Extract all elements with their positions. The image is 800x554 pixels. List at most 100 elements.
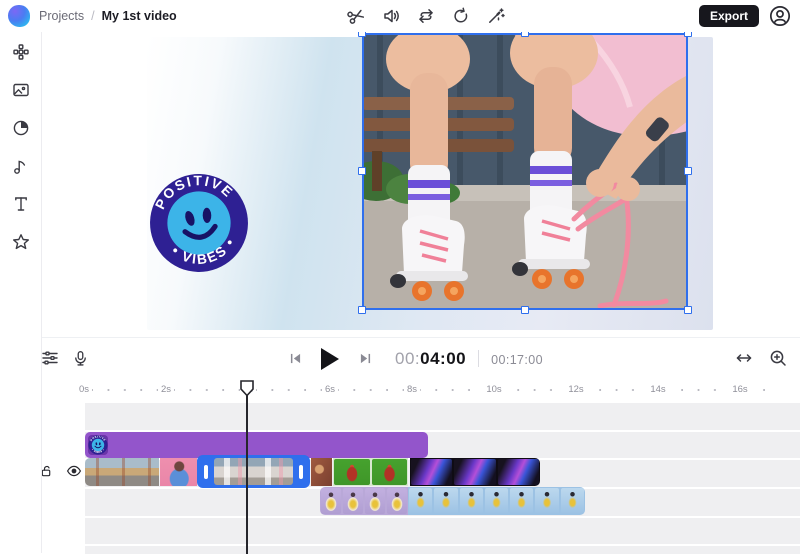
rotate-button[interactable] [449, 4, 473, 28]
music-note-icon [13, 160, 25, 174]
resize-handle-bottom-right[interactable] [684, 306, 692, 314]
current-time-hours: 00: [395, 348, 421, 368]
resize-handle-bottom-left[interactable] [358, 306, 366, 314]
transport-controls: 00: 04:00 00:17:00 [283, 338, 543, 379]
positive-vibes-sticker[interactable] [140, 164, 258, 282]
canvas-area [42, 29, 800, 337]
ruler-label-14s: 14s [647, 384, 669, 395]
resize-handle-bottom-center[interactable] [521, 306, 529, 314]
skip-back-icon [290, 353, 300, 364]
transition-circle-icon [13, 120, 28, 136]
clip-frame [560, 488, 584, 514]
clip-frame [334, 459, 370, 485]
sidebar-item-music[interactable] [6, 155, 36, 177]
swap-arrows-icon [419, 9, 433, 23]
content-sidebar [0, 32, 42, 553]
video-clip-pink[interactable] [160, 458, 197, 486]
account-avatar-button[interactable] [768, 4, 792, 28]
account-avatar-icon [769, 5, 791, 27]
sticker-clip-thumbnail [88, 435, 108, 455]
clip-frame [459, 488, 483, 514]
sidebar-item-your-media[interactable] [6, 41, 36, 63]
resize-handle-middle-right[interactable] [684, 167, 692, 175]
sidebar-item-text[interactable] [6, 193, 36, 215]
video-clip-neon[interactable] [410, 458, 540, 486]
trim-handle-right[interactable] [299, 464, 303, 479]
clip-frame [411, 459, 453, 485]
eye-icon [66, 465, 82, 477]
playhead-handle[interactable] [240, 380, 254, 397]
ruler-label-0s: 0s [75, 384, 93, 395]
breadcrumb-separator: / [91, 9, 95, 23]
clip-frame [365, 488, 385, 514]
star-icon [12, 234, 29, 250]
clip-frame [409, 488, 433, 514]
selected-clip-thumbnail [214, 458, 293, 485]
total-duration: 00:17:00 [491, 352, 543, 367]
ruler-label-10s: 10s [483, 384, 505, 395]
track-options-icon [42, 351, 58, 365]
video-clip-green[interactable] [333, 458, 408, 486]
transition-button[interactable] [414, 4, 438, 28]
top-right-actions: Export [698, 0, 792, 32]
current-time: 04:00 [420, 348, 467, 368]
export-button[interactable]: Export [698, 5, 759, 27]
lock-open-icon [41, 465, 51, 477]
toggle-visibility-button[interactable] [65, 462, 83, 480]
ruler-label-8s: 8s [403, 384, 421, 395]
play-button[interactable] [315, 344, 345, 374]
effects-button[interactable] [484, 4, 508, 28]
ruler-tick-dots [84, 379, 774, 401]
video-clip-street[interactable] [85, 458, 159, 486]
clip-frame [387, 488, 407, 514]
record-voiceover-button[interactable] [68, 346, 92, 370]
selected-image[interactable] [358, 29, 692, 314]
timeline-left-tools [38, 346, 92, 370]
clip-frame [484, 488, 509, 514]
resize-handle-middle-left[interactable] [358, 167, 366, 175]
clip-frame [454, 459, 496, 485]
edit-toolbar [344, 0, 508, 32]
track-controls [38, 462, 83, 480]
sidebar-item-transitions[interactable] [6, 117, 36, 139]
clip-frame [434, 488, 458, 514]
rotate-icon [454, 7, 468, 23]
clip-frame [510, 488, 534, 514]
image-icon [12, 83, 29, 97]
sticker-thumb-badge [88, 435, 108, 455]
sidebar-item-visuals[interactable] [6, 79, 36, 101]
media-grid-icon [12, 44, 29, 60]
clipchamp-logo[interactable] [8, 5, 30, 27]
trim-handle-left[interactable] [204, 464, 208, 479]
breadcrumb-projects-link[interactable]: Projects [39, 9, 84, 23]
ruler-label-6s: 6s [321, 384, 339, 395]
clip-frame [343, 488, 363, 514]
clip-frame [321, 488, 341, 514]
clip-frame [535, 488, 559, 514]
timeline-toolbar: 00: 04:00 00:17:00 [0, 338, 800, 379]
video-clip-dancers[interactable] [320, 487, 408, 515]
track-row-empty-top [85, 403, 800, 430]
video-clip-crew[interactable] [408, 487, 585, 515]
video-clip-warm[interactable] [311, 458, 332, 486]
sidebar-item-graphics[interactable] [6, 231, 36, 253]
timeline-panel: 00: 04:00 00:17:00 0s 2s 6s 8s 10s 12s 1… [0, 337, 800, 554]
microphone-icon [74, 350, 86, 366]
video-clip-selected[interactable] [197, 455, 310, 488]
timeline-right-tools [732, 346, 790, 370]
skip-back-button[interactable] [283, 347, 307, 371]
zoom-in-button[interactable] [766, 346, 790, 370]
clip-frame [371, 459, 407, 485]
fit-to-screen-button[interactable] [732, 346, 756, 370]
skip-forward-button[interactable] [353, 347, 377, 371]
audio-button[interactable] [379, 4, 403, 28]
timeline-ruler[interactable]: 0s 2s 4s 6s 8s 10s 12s 14s 16s [0, 379, 800, 401]
timeline-tracks [0, 401, 800, 554]
text-icon [14, 197, 27, 211]
speaker-icon [384, 9, 399, 23]
ruler-label-2s: 2s [157, 384, 175, 395]
project-title[interactable]: My 1st video [102, 9, 177, 23]
split-button[interactable] [344, 4, 368, 28]
video-editor-app: Projects / My 1st video Export 00: 04:00… [0, 0, 800, 554]
ruler-label-16s: 16s [729, 384, 751, 395]
